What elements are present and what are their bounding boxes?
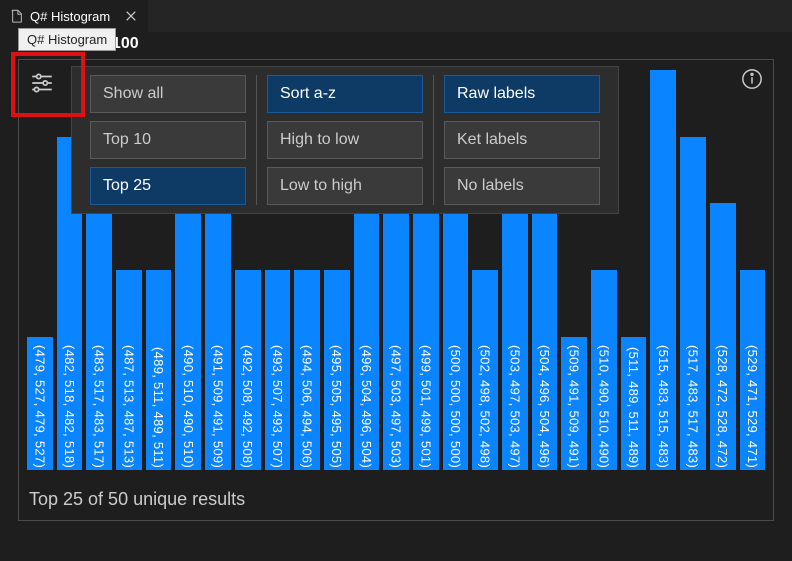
bar-label: (529, 471, 529, 471) <box>745 345 760 468</box>
histogram-panel: Show all Top 10 Top 25 Sort a-z High to low… <box>18 59 774 521</box>
filter-col-labels: Raw labels Ket labels No labels <box>433 75 610 205</box>
filter-button[interactable]: Top 10 <box>90 121 246 159</box>
bar-label: (510, 490, 510, 490) <box>596 345 611 468</box>
filter-col-count: Show all Top 10 Top 25 <box>80 75 256 205</box>
bar-label: (511, 489, 511, 489) <box>626 347 641 468</box>
filter-button[interactable]: Show all <box>90 75 246 113</box>
bar-label: (515, 483, 515, 483) <box>656 345 671 468</box>
bar-label: (503, 497, 503, 497) <box>507 345 522 468</box>
bar-slot: (500, 500, 500, 500) <box>443 203 469 470</box>
bar-label: (495, 505, 495, 505) <box>329 345 344 468</box>
bar-slot: (502, 498, 502, 498) <box>472 270 498 470</box>
bar-slot: (517, 483, 517, 483) <box>680 137 706 470</box>
tab-title: Q# Histogram <box>30 9 110 24</box>
filter-button[interactable]: High to low <box>267 121 423 159</box>
bar-slot: (529, 471, 529, 471) <box>740 270 766 470</box>
bar-slot: (489, 511, 489, 511) <box>146 270 172 470</box>
file-icon <box>10 9 24 23</box>
bar-slot: (490, 510, 490, 510) <box>175 203 201 470</box>
close-icon[interactable] <box>124 9 138 23</box>
bar-slot: (494, 506, 494, 506) <box>294 270 320 470</box>
bar-label: (494, 506, 494, 506) <box>300 345 315 468</box>
bar-label: (487, 513, 487, 513) <box>121 345 136 468</box>
bar-label: (500, 500, 500, 500) <box>448 345 463 468</box>
filter-button[interactable]: Low to high <box>267 167 423 205</box>
bar-slot: (509, 491, 509, 491) <box>561 337 587 470</box>
bar-label: (528, 472, 528, 472) <box>715 345 730 468</box>
bar-label: (492, 508, 492, 508) <box>240 345 255 468</box>
info-button[interactable] <box>741 68 763 90</box>
result-count-label: Top 25 of 50 unique results <box>29 489 245 510</box>
filter-button[interactable]: Top 25 <box>90 167 246 205</box>
bar-label: (493, 507, 493, 507) <box>270 345 285 468</box>
tab-tooltip: Q# Histogram <box>18 28 116 51</box>
bar-label: (491, 509, 491, 509) <box>210 345 225 468</box>
bar-slot: (483, 517, 483, 517) <box>86 203 112 470</box>
bar-label: (482, 518, 482, 518) <box>62 345 77 468</box>
bar-slot: (479, 527, 479, 527) <box>27 337 53 470</box>
bar-slot: (487, 513, 487, 513) <box>116 270 142 470</box>
bar-label: (479, 527, 479, 527) <box>32 345 47 468</box>
bar-label: (497, 503, 497, 503) <box>389 345 404 468</box>
bar-label: (489, 511, 489, 511) <box>151 347 166 468</box>
bar-label: (502, 498, 502, 498) <box>478 345 493 468</box>
bar-slot: (515, 483, 515, 483) <box>650 70 676 470</box>
bar-slot: (497, 503, 497, 503) <box>383 203 409 470</box>
bar-slot: (493, 507, 493, 507) <box>265 270 291 470</box>
bar-slot: (528, 472, 528, 472) <box>710 203 736 470</box>
settings-button[interactable] <box>25 66 59 100</box>
filter-button[interactable]: No labels <box>444 167 600 205</box>
filter-button[interactable]: Raw labels <box>444 75 600 113</box>
total-shots-label: Total shots: 100 <box>0 32 792 59</box>
bar-label: (517, 483, 517, 483) <box>685 345 700 468</box>
bar-slot: (495, 505, 495, 505) <box>324 270 350 470</box>
bar-slot: (492, 508, 492, 508) <box>235 270 261 470</box>
bar-label: (490, 510, 490, 510) <box>181 345 196 468</box>
filter-button[interactable]: Ket labels <box>444 121 600 159</box>
filter-col-sort: Sort a-z High to low Low to high <box>256 75 433 205</box>
bar-slot: (499, 501, 499, 501) <box>413 203 439 470</box>
bar-label: (504, 496, 504, 496) <box>537 345 552 468</box>
tab-bar: Q# Histogram <box>0 0 792 32</box>
filter-panel: Show all Top 10 Top 25 Sort a-z High to low… <box>71 66 619 214</box>
bar-label: (496, 504, 496, 504) <box>359 345 374 468</box>
bar-label: (509, 491, 509, 491) <box>567 345 582 468</box>
bar-label: (483, 517, 483, 517) <box>92 345 107 468</box>
bar-slot: (511, 489, 511, 489) <box>621 337 647 470</box>
bar-slot: (510, 490, 510, 490) <box>591 270 617 470</box>
bar-label: (499, 501, 499, 501) <box>418 345 433 468</box>
filter-button[interactable]: Sort a-z <box>267 75 423 113</box>
